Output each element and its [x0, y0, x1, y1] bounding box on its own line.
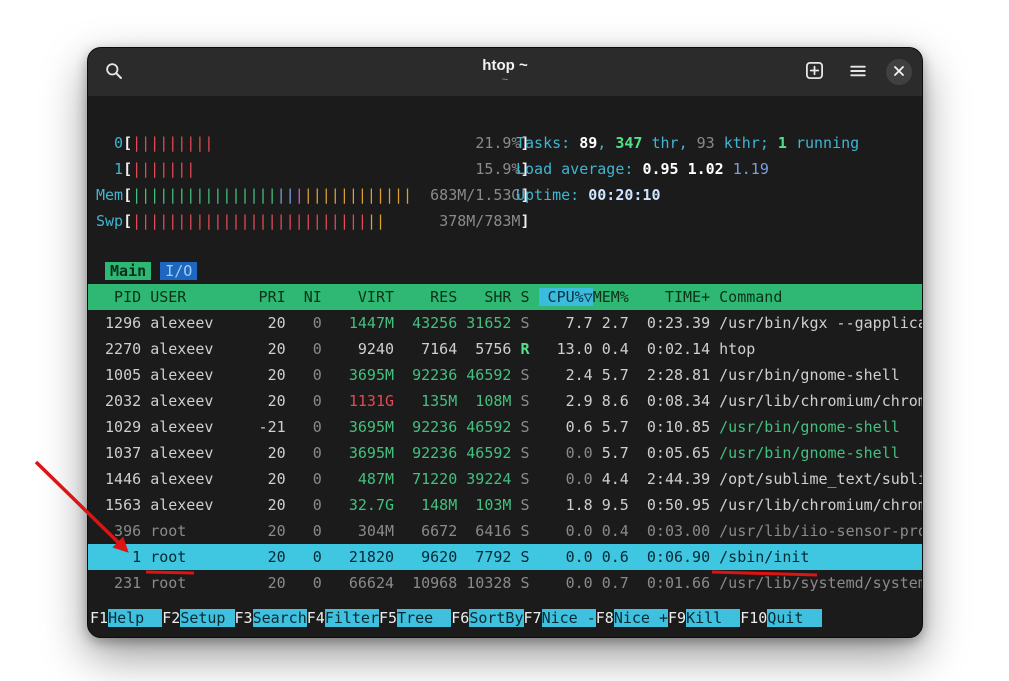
function-key-bar: F1Help F2Setup F3SearchF4FilterF5Tree F6… — [88, 605, 922, 631]
process-row[interactable]: 396 root 20 0 304M 6672 6416 S 0.0 0.4 0… — [88, 518, 922, 544]
fkey-f10: F10 — [740, 609, 767, 627]
close-icon — [893, 65, 905, 80]
stat-line: Load average: 0.95 1.02 1.19 — [508, 156, 859, 182]
titlebar: htop ~ ~ — [88, 48, 922, 96]
stat-line: Uptime: 00:20:10 — [508, 182, 859, 208]
stats: Tasks: 89, 347 thr, 93 kthr; 1 runningLo… — [508, 130, 859, 208]
process-row[interactable]: 1037 alexeev 20 0 3695M 92236 46592 S 0.… — [88, 440, 922, 466]
fkey-action-f2[interactable]: Setup — [180, 609, 234, 627]
new-tab-icon — [805, 61, 824, 83]
process-row-selected[interactable]: 1 root 20 0 21820 9620 7792 S 0.0 0.6 0:… — [88, 544, 922, 570]
fkey-action-f1[interactable]: Help — [108, 609, 162, 627]
stat-line: Tasks: 89, 347 thr, 93 kthr; 1 running — [508, 130, 859, 156]
process-row[interactable]: 1296 alexeev 20 0 1447M 43256 31652 S 7.… — [88, 310, 922, 336]
fkey-f5: F5 — [379, 609, 397, 627]
process-row[interactable]: 1029 alexeev -21 0 3695M 92236 46592 S 0… — [88, 414, 922, 440]
fkey-action-f4[interactable]: Filter — [325, 609, 379, 627]
column-header-virt[interactable]: VIRT — [331, 288, 394, 306]
fkey-action-f5[interactable]: Tree — [397, 609, 451, 627]
column-header-cpu[interactable]: CPU%▽ — [539, 288, 593, 306]
screen-tabs: Main I/O — [88, 258, 922, 284]
fkey-action-f6[interactable]: SortBy — [469, 609, 523, 627]
fkey-f6: F6 — [451, 609, 469, 627]
search-icon — [105, 62, 123, 83]
column-header-pid[interactable]: PID — [96, 288, 141, 306]
fkey-action-f3[interactable]: Search — [253, 609, 307, 627]
process-row[interactable]: 1563 alexeev 20 0 32.7G 148M 103M S 1.8 … — [88, 492, 922, 518]
menu-button[interactable] — [842, 56, 874, 88]
console-window: htop ~ ~ — [87, 47, 923, 638]
fkey-action-f8[interactable]: Nice + — [614, 609, 668, 627]
process-row[interactable]: 1446 alexeev 20 0 487M 71220 39224 S 0.0… — [88, 466, 922, 492]
process-row[interactable]: 2270 alexeev 20 0 9240 7164 5756 R 13.0 … — [88, 336, 922, 362]
fkey-f2: F2 — [162, 609, 180, 627]
window-title-group: htop ~ ~ — [482, 58, 527, 86]
hamburger-menu-icon — [849, 62, 867, 83]
fkey-action-f7[interactable]: Nice - — [542, 609, 596, 627]
table-header: PID USER PRI NI VIRT RES SHR S CPU%▽MEM%… — [88, 284, 922, 310]
process-row[interactable]: 1005 alexeev 20 0 3695M 92236 46592 S 2.… — [88, 362, 922, 388]
column-header-res[interactable]: RES — [403, 288, 457, 306]
column-header-ni[interactable]: NI — [295, 288, 322, 306]
process-row[interactable]: 2032 alexeev 20 0 1131G 135M 108M S 2.9 … — [88, 388, 922, 414]
meter-swp: Swp[|||||||||||||||||||||||||||| 378M/78… — [88, 208, 922, 234]
tab-io[interactable]: I/O — [160, 262, 197, 280]
fkey-f1: F1 — [90, 609, 108, 627]
tab-main[interactable]: Main — [105, 262, 151, 280]
column-header-shr[interactable]: SHR — [466, 288, 511, 306]
column-header-cmd[interactable]: Command — [719, 288, 782, 306]
new-tab-button[interactable] — [798, 56, 830, 88]
process-table-body: 1296 alexeev 20 0 1447M 43256 31652 S 7.… — [88, 310, 922, 596]
terminal-content: 0[||||||||| 21.9%] 1[||||||| 15.9%]Mem[|… — [88, 96, 922, 637]
column-header-s[interactable]: S — [520, 288, 529, 306]
process-row[interactable]: 231 root 20 0 66624 10968 10328 S 0.0 0.… — [88, 570, 922, 596]
fkey-f4: F4 — [307, 609, 325, 627]
window-subtitle: ~ — [482, 75, 527, 87]
window-controls — [798, 56, 912, 88]
column-header-mem[interactable]: MEM% — [593, 288, 629, 306]
column-header-user[interactable]: USER — [150, 288, 240, 306]
column-header-pri[interactable]: PRI — [250, 288, 286, 306]
fkey-action-f10[interactable]: Quit — [767, 609, 821, 627]
fkey-action-f9[interactable]: Kill — [686, 609, 740, 627]
window-title: htop ~ — [482, 58, 527, 74]
fkey-f3: F3 — [235, 609, 253, 627]
fkey-f7: F7 — [524, 609, 542, 627]
close-button[interactable] — [886, 59, 912, 85]
search-button[interactable] — [98, 56, 130, 88]
fkey-f8: F8 — [596, 609, 614, 627]
fkey-f9: F9 — [668, 609, 686, 627]
column-header-time[interactable]: TIME+ — [638, 288, 710, 306]
